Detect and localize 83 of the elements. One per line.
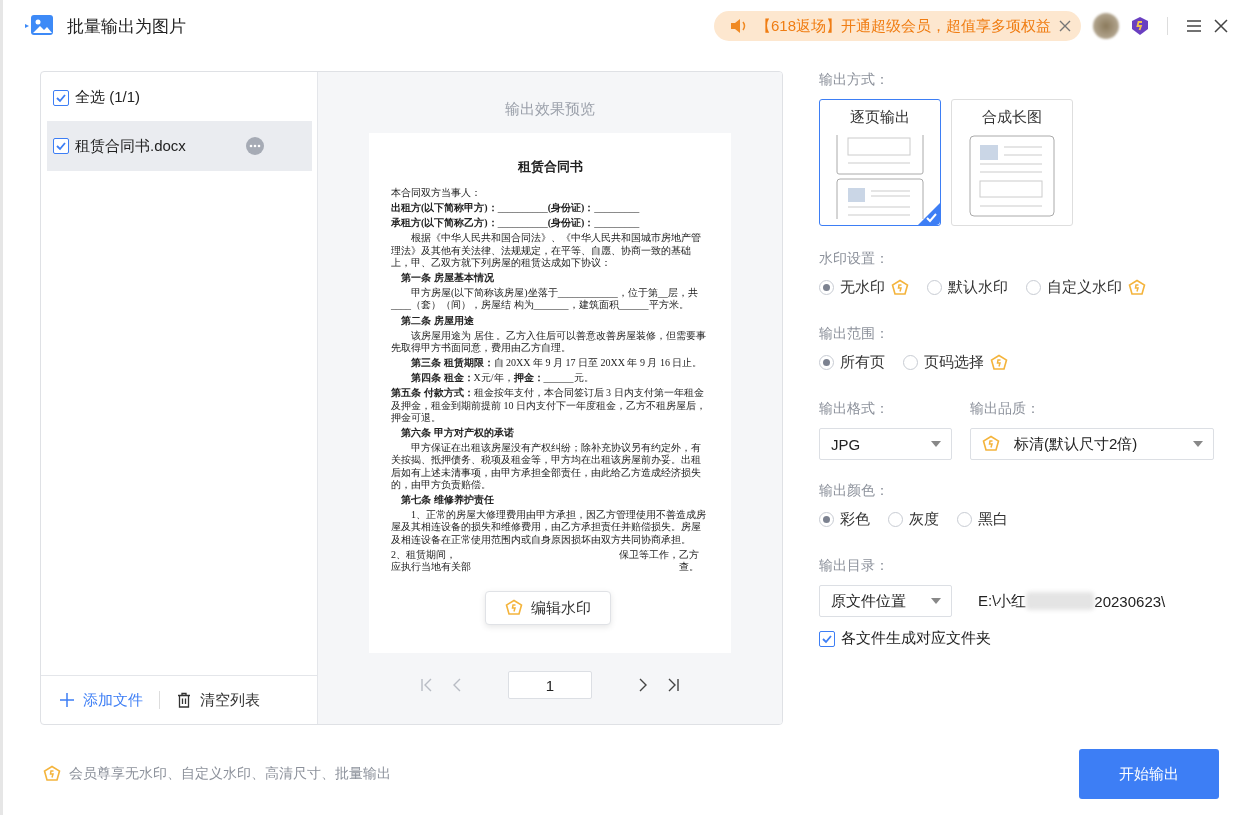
close-icon[interactable] bbox=[1214, 19, 1228, 33]
section-label: 输出范围： bbox=[819, 325, 890, 343]
file-item[interactable]: 租赁合同书.docx bbox=[47, 121, 312, 171]
caret-icon bbox=[1193, 441, 1203, 447]
document-paragraph: 该房屋用途为 居住 。乙方入住后可以善意改善房屋装修，但需要事先取得甲方书面同意，费用由乙方自理。 bbox=[391, 329, 707, 355]
select-all-label: 全选 (1/1) bbox=[75, 88, 140, 107]
option-label: 自定义水印 bbox=[1047, 278, 1122, 297]
badge-icon[interactable] bbox=[1131, 16, 1149, 36]
radio-button[interactable] bbox=[927, 280, 942, 295]
add-file-button[interactable]: 添加文件 bbox=[59, 690, 143, 710]
output-mode-option[interactable]: 合成长图 bbox=[951, 99, 1073, 226]
document-paragraph: 出租方(以下简称甲方)：__________(身份证)：_________ bbox=[391, 202, 641, 215]
menu-icon[interactable] bbox=[1186, 19, 1202, 33]
radio-button[interactable] bbox=[957, 512, 972, 527]
start-output-button[interactable]: 开始输出 bbox=[1079, 749, 1219, 799]
section-label: 输出品质： bbox=[970, 400, 1041, 418]
vip-badge-icon bbox=[43, 765, 61, 783]
page-number-field[interactable]: 1 bbox=[508, 671, 592, 699]
radio-button[interactable] bbox=[819, 280, 834, 295]
caret-icon bbox=[931, 441, 941, 447]
document-heading: 第六条 甲方对产权的承诺 bbox=[401, 427, 515, 440]
option-label: 无水印 bbox=[840, 278, 885, 297]
checkbox[interactable] bbox=[819, 630, 835, 647]
document-title: 租赁合同书 bbox=[516, 159, 584, 175]
window-title: 批量输出为图片 bbox=[67, 15, 187, 38]
section-label: 输出颜色： bbox=[819, 482, 890, 500]
document-paragraph: 第五条 付款方式：租金按年支付，本合同签订后 3 日内支付第一年租金及押金，租金到期前提前 10 日内支付下一年度租金，乙方不租房屋后，押金可退。 bbox=[391, 387, 707, 425]
check-corner-icon bbox=[918, 203, 940, 225]
quality-dropdown[interactable]: 标清(默认尺寸2倍) bbox=[970, 428, 1214, 460]
document-heading: 第七条 维修养护责任 bbox=[401, 494, 495, 507]
caret-icon bbox=[931, 598, 941, 604]
document-heading: 第二条 房屋用途 bbox=[401, 314, 475, 327]
file-name: 租赁合同书.docx bbox=[75, 136, 187, 156]
directory-dropdown[interactable]: 原文件位置 bbox=[819, 585, 952, 617]
section-label: 输出方式： bbox=[819, 71, 890, 89]
redacted-area bbox=[1026, 592, 1095, 610]
section-label: 水印设置： bbox=[819, 250, 890, 268]
document-text: 2、租赁期间， bbox=[391, 548, 456, 561]
output-mode-option[interactable]: 逐页输出 bbox=[819, 99, 941, 226]
document-paragraph: 承租方(以下简称乙方)：__________(身份证)：_________ bbox=[391, 217, 641, 230]
document-heading: 第一条 房屋基本情况 bbox=[401, 272, 495, 285]
document-paragraph: 第三条 租赁期限：自 20XX 年 9 月 17 日至 20XX 年 9 月 16 日止。 bbox=[410, 357, 704, 370]
trash-icon bbox=[176, 692, 192, 708]
checkbox[interactable] bbox=[53, 89, 69, 106]
member-note: 会员尊享无水印、自定义水印、高清尺寸、批量输出 bbox=[69, 765, 392, 783]
checkbox-label: 各文件生成对应文件夹 bbox=[841, 629, 991, 648]
document-paragraph: 根据《中华人民共和国合同法》、《中华人民共和国城市房地产管理法》及其他有关法律、法规规定，在平等、自愿、协商一致的基础上，甲、乙双方就下列房屋的租赁达成如下协议： bbox=[391, 232, 702, 269]
avatar-icon[interactable] bbox=[1093, 13, 1119, 39]
path-text: E:\小红 bbox=[978, 591, 1027, 611]
option-label: 页码选择 bbox=[924, 353, 984, 372]
clear-list-button[interactable]: 清空列表 bbox=[176, 690, 260, 710]
option-label: 彩色 bbox=[840, 510, 870, 529]
next-page-icon[interactable] bbox=[638, 678, 648, 692]
radio-button[interactable] bbox=[819, 512, 834, 527]
path-text: 20230623\ bbox=[1094, 592, 1166, 610]
radio-button[interactable] bbox=[819, 355, 834, 370]
document-text: 查。 bbox=[679, 560, 699, 574]
radio-button[interactable] bbox=[1026, 280, 1041, 295]
option-label: 灰度 bbox=[909, 510, 939, 529]
checkbox[interactable] bbox=[53, 138, 69, 154]
option-label: 黑白 bbox=[978, 510, 1008, 529]
document-paragraph: 本合同双方当事人： bbox=[391, 186, 482, 200]
radio-button[interactable] bbox=[888, 512, 903, 527]
preview-title: 输出效果预览 bbox=[505, 100, 595, 119]
document-text: 应执行当地有关部 bbox=[391, 560, 471, 574]
last-page-icon[interactable] bbox=[666, 678, 680, 692]
promo-text: 【618返场】开通超级会员，超值享多项权益 bbox=[755, 16, 1051, 36]
document-paragraph: 甲方房屋(以下简称该房屋)坐落于____________，位于第__层，共____（套）（间），房屋结 构为_______，建筑面积______平方米。 bbox=[391, 287, 699, 312]
document-paragraph: 第四条 租金：X元/年，押金：______元。 bbox=[410, 372, 595, 385]
speaker-icon bbox=[729, 18, 748, 34]
radio-button[interactable] bbox=[903, 355, 918, 370]
document-paragraph: 1、正常的房屋大修理费用由甲方承担，因乙方管理使用不善造成房屋及其相连设备的损失和维修费用，由乙方承担责任并赔偿损失。房屋及相连设备在正常使用范围内或自身原因损坏由双方共同协商承担。 bbox=[391, 509, 707, 546]
plus-icon bbox=[59, 692, 75, 708]
section-label: 输出目录： bbox=[819, 557, 890, 575]
edit-watermark-button[interactable]: 编辑水印 bbox=[485, 591, 611, 625]
option-label: 默认水印 bbox=[948, 278, 1008, 297]
vip-badge-icon bbox=[505, 599, 523, 617]
more-icon[interactable] bbox=[246, 137, 264, 155]
format-dropdown[interactable]: JPG bbox=[819, 428, 952, 460]
document-text: 保卫等工作，乙方 bbox=[619, 548, 699, 561]
section-label: 输出格式： bbox=[819, 400, 890, 418]
option-label: 所有页 bbox=[840, 353, 885, 372]
document-paragraph: 甲方保证在出租该房屋没有产权纠纷；除补充协议另有约定外，有关按揭、抵押债务、税项及租金等，甲方均在出租该房屋前办妥。出租后如有上述未清事项，由甲方承担全部责任，由此给乙方造成经济损失的，由甲方负责赔偿。 bbox=[391, 442, 702, 491]
